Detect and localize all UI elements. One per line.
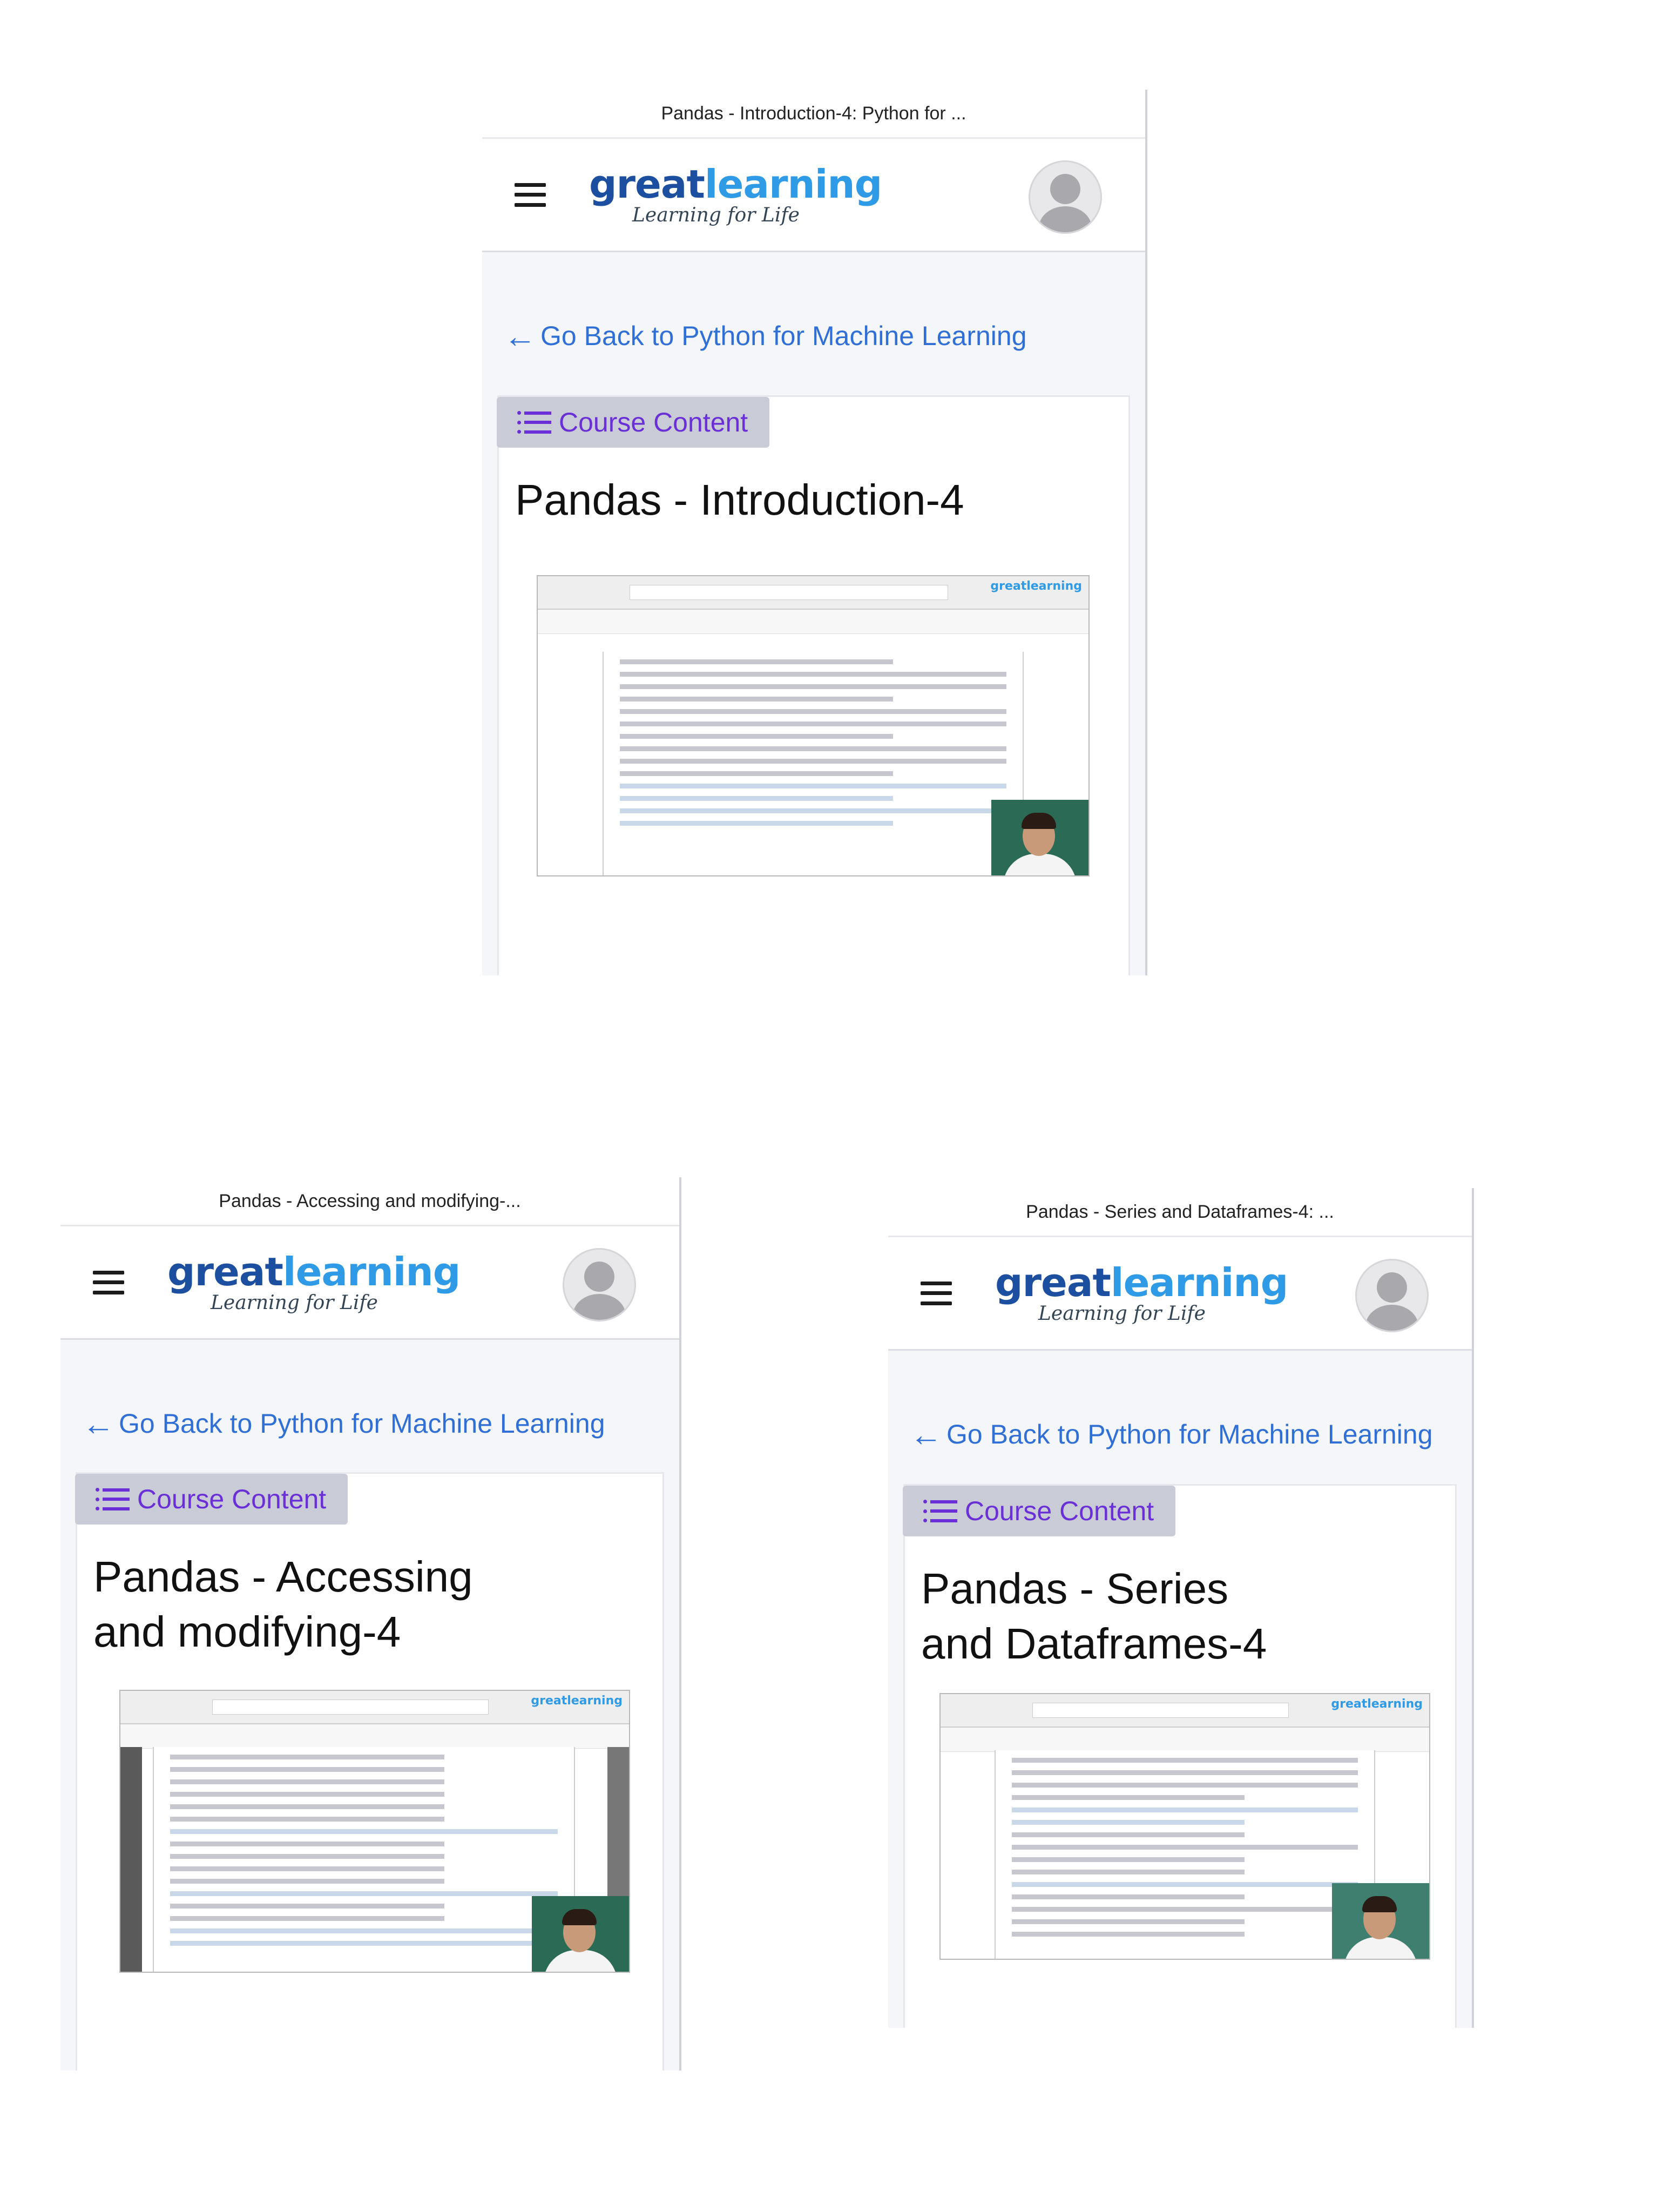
list-icon	[923, 1500, 957, 1522]
user-avatar-icon[interactable]	[1029, 160, 1102, 234]
app-header: greatlearning Learning for Life	[482, 139, 1145, 252]
logo-tagline: Learning for Life	[632, 204, 800, 226]
video-player[interactable]: greatlearning	[939, 1693, 1430, 1960]
hamburger-menu-icon[interactable]	[921, 1281, 952, 1305]
back-to-course-link[interactable]: ← Go Back to Python for Machine Learning	[60, 1405, 679, 1442]
logo-tagline: Learning for Life	[211, 1291, 378, 1314]
video-browser-bar: greatlearning	[538, 576, 1088, 610]
instructor-webcam	[532, 1896, 629, 1972]
video-logo: greatlearning	[1331, 1697, 1423, 1711]
arrow-left-icon: ←	[82, 1405, 114, 1442]
window-title: Pandas - Introduction-4: Python for ...	[482, 90, 1145, 139]
logo-text-great: great	[589, 161, 705, 207]
screenshot-series-dataframes: Pandas - Series and Dataframes-4: ... gr…	[888, 1188, 1474, 2028]
greatlearning-logo[interactable]: greatlearning Learning for Life	[167, 1249, 461, 1314]
course-content-button[interactable]: Course Content	[903, 1486, 1176, 1536]
notebook-toolbar	[538, 610, 1088, 634]
logo-text-great: great	[167, 1249, 283, 1294]
list-icon	[517, 411, 551, 434]
logo-tagline: Learning for Life	[1038, 1302, 1206, 1325]
list-icon	[96, 1488, 130, 1510]
greatlearning-logo[interactable]: greatlearning Learning for Life	[995, 1263, 1288, 1324]
notebook-toolbar	[120, 1724, 629, 1749]
logo-text-learning: learning	[704, 161, 882, 207]
lesson-title: Pandas - Introduction-4	[515, 476, 964, 524]
instructor-webcam	[1332, 1883, 1429, 1959]
lesson-card: Course Content Pandas - Accessing and mo…	[75, 1472, 664, 2071]
user-avatar-icon[interactable]	[563, 1248, 636, 1321]
arrow-left-icon: ←	[504, 318, 536, 354]
app-header: greatlearning Learning for Life	[60, 1226, 679, 1340]
notebook-toolbar	[941, 1728, 1429, 1752]
back-link-label: Go Back to Python for Machine Learning	[119, 1408, 605, 1439]
logo-text-learning: learning	[1110, 1259, 1288, 1305]
notebook-page	[995, 1750, 1375, 1959]
lesson-title: Pandas - Accessing and modifying-4	[93, 1553, 473, 1656]
logo-text-learning: learning	[282, 1249, 461, 1294]
hamburger-menu-icon[interactable]	[515, 183, 546, 207]
user-avatar-icon[interactable]	[1355, 1259, 1429, 1332]
logo-text-great: great	[995, 1259, 1111, 1305]
window-title: Pandas - Series and Dataframes-4: ...	[888, 1188, 1472, 1237]
app-header: greatlearning Learning for Life	[888, 1237, 1472, 1351]
greatlearning-logo[interactable]: greatlearning Learning for Life	[589, 165, 882, 225]
video-side-panel	[120, 1747, 142, 1972]
arrow-left-icon: ←	[910, 1416, 942, 1453]
back-link-label: Go Back to Python for Machine Learning	[540, 321, 1027, 351]
back-link-label: Go Back to Python for Machine Learning	[946, 1419, 1433, 1449]
lesson-card: Course Content Pandas - Series and Dataf…	[903, 1484, 1457, 2028]
screenshot-accessing-modifying: Pandas - Accessing and modifying-... gre…	[60, 1177, 681, 2071]
lesson-card: Course Content Pandas - Introduction-4 g…	[497, 395, 1130, 975]
notebook-page	[603, 652, 1024, 875]
lesson-title: Pandas - Series and Dataframes-4	[921, 1564, 1267, 1668]
window-title: Pandas - Accessing and modifying-...	[60, 1177, 679, 1226]
video-player[interactable]: greatlearning	[537, 575, 1090, 876]
video-player[interactable]: greatlearning	[119, 1690, 630, 1973]
video-browser-bar: greatlearning	[941, 1694, 1429, 1728]
instructor-webcam	[991, 800, 1088, 875]
course-content-label: Course Content	[559, 407, 748, 437]
course-content-label: Course Content	[965, 1496, 1154, 1526]
video-browser-bar: greatlearning	[120, 1691, 629, 1724]
course-content-label: Course Content	[137, 1484, 327, 1514]
screenshot-introduction: Pandas - Introduction-4: Python for ... …	[482, 90, 1147, 975]
course-content-button[interactable]: Course Content	[497, 397, 770, 448]
notebook-page	[153, 1747, 575, 1972]
video-logo: greatlearning	[531, 1694, 623, 1708]
back-to-course-link[interactable]: ← Go Back to Python for Machine Learning	[888, 1415, 1472, 1453]
hamburger-menu-icon[interactable]	[93, 1270, 124, 1294]
course-content-button[interactable]: Course Content	[75, 1474, 348, 1525]
back-to-course-link[interactable]: ← Go Back to Python for Machine Learning	[482, 317, 1145, 355]
video-logo: greatlearning	[990, 579, 1082, 593]
